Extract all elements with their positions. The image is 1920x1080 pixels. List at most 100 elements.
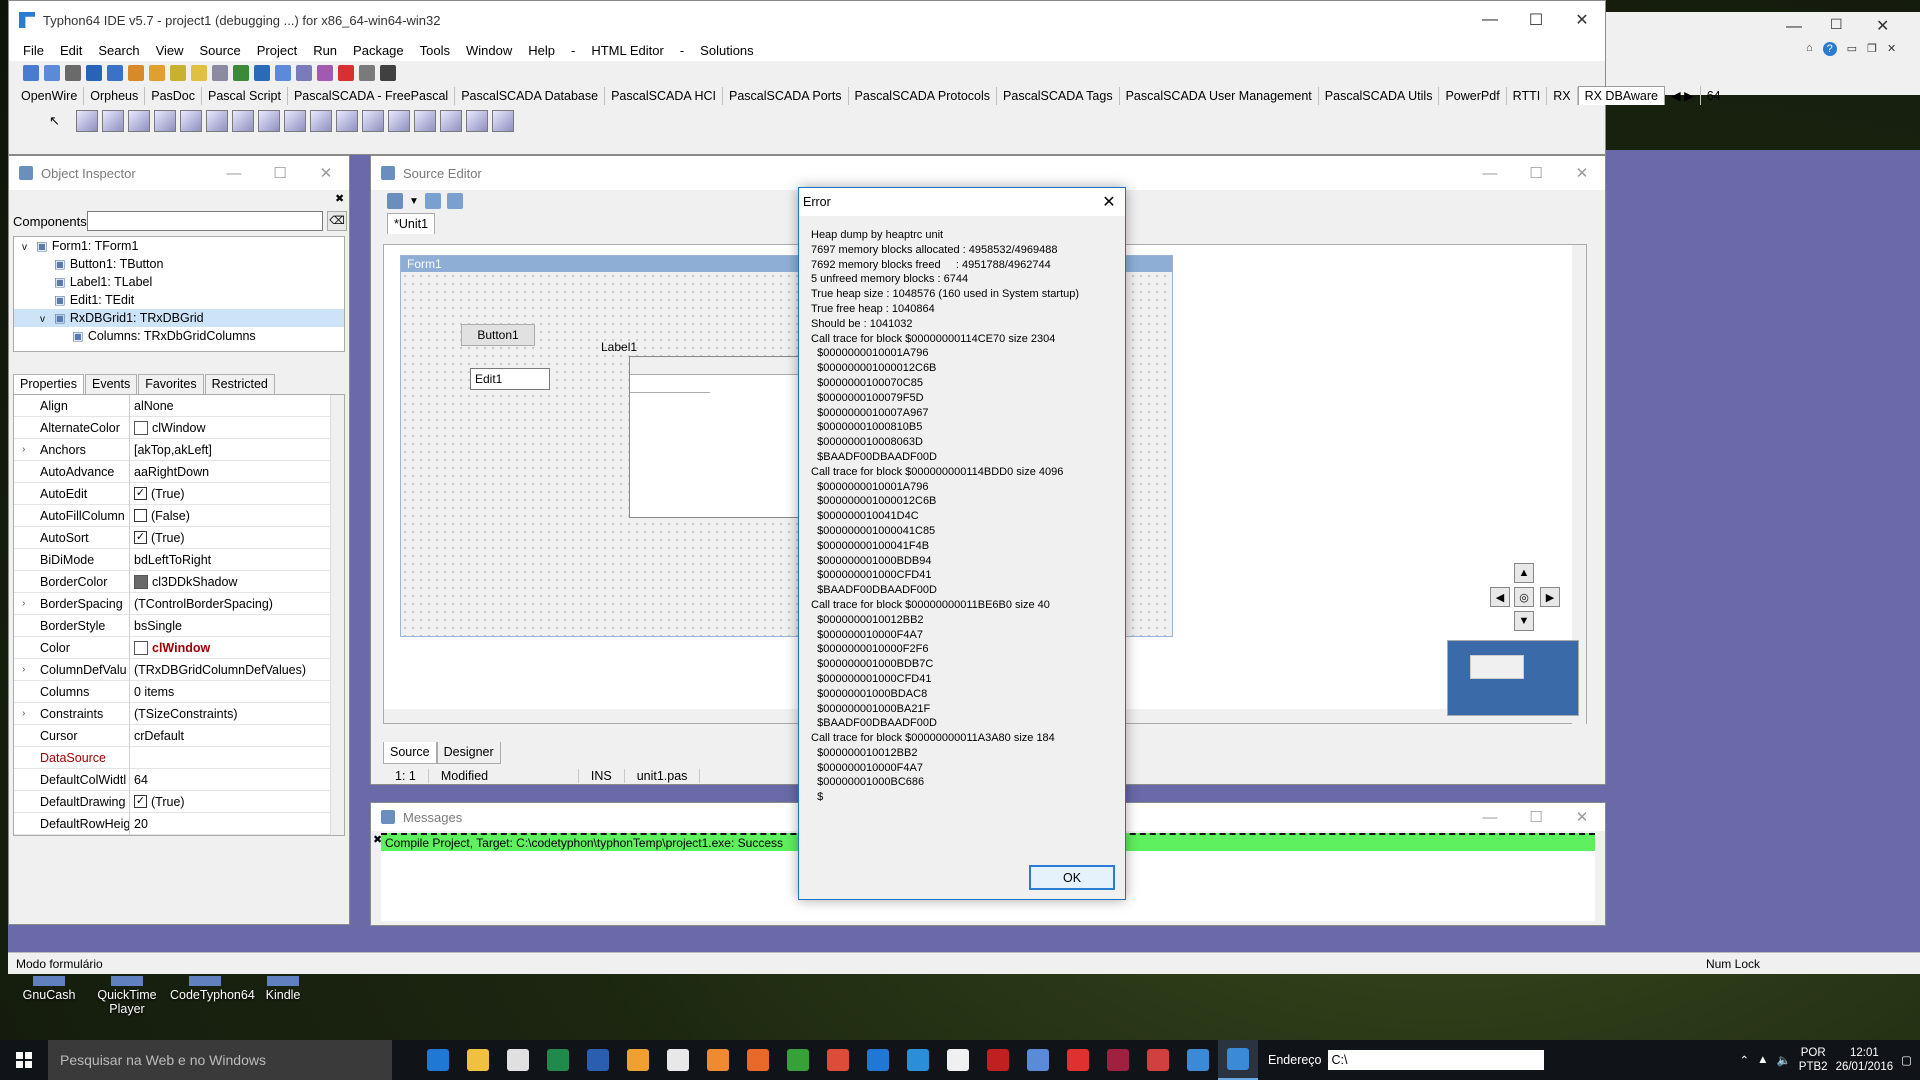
edit1-component[interactable]: Edit1: [470, 368, 550, 390]
network-icon[interactable]: ▲: [1757, 1054, 1768, 1066]
desktop-icon[interactable]: CodeTyphon64: [170, 976, 255, 1016]
ok-button[interactable]: OK: [1029, 865, 1115, 890]
designer-minimap[interactable]: [1447, 640, 1579, 716]
palette-tab[interactable]: OpenWire: [15, 87, 85, 105]
tree-node[interactable]: v ▣ Form1: TForm1: [14, 237, 344, 255]
property-row[interactable]: BiDiMode bdLeftToRight: [14, 548, 344, 571]
cascade-icon[interactable]: ❐: [1867, 42, 1877, 56]
property-row[interactable]: Align alNone: [14, 395, 344, 417]
property-row[interactable]: › Constraints (TSizeConstraints): [14, 702, 344, 725]
component-icon[interactable]: [283, 110, 306, 132]
desktop-icon[interactable]: GnuCash: [14, 976, 84, 1016]
menu-item[interactable]: View: [148, 43, 192, 58]
toolbar-icon[interactable]: [275, 65, 291, 81]
tray-chevron-icon[interactable]: ⌃: [1739, 1053, 1749, 1067]
desktop-icon[interactable]: QuickTime Player: [92, 976, 162, 1016]
taskbar-app-icon[interactable]: [418, 1040, 458, 1080]
property-value[interactable]: 20: [130, 817, 148, 831]
property-row[interactable]: BorderColor cl3DDkShadow: [14, 570, 344, 593]
property-value[interactable]: bsSingle: [130, 619, 182, 633]
close-button[interactable]: ✕: [1559, 803, 1605, 831]
nav-down-icon[interactable]: ▼: [1514, 611, 1534, 631]
tab-restricted[interactable]: Restricted: [204, 374, 275, 394]
tree-node[interactable]: ▣ Edit1: TEdit: [14, 291, 344, 309]
component-icon[interactable]: [309, 110, 332, 132]
toolbar-icon[interactable]: [338, 65, 354, 81]
palette-tab[interactable]: PowerPdf: [1439, 87, 1507, 105]
palette-tab[interactable]: PasDoc: [145, 87, 203, 105]
palette-tab[interactable]: RX: [1547, 87, 1578, 105]
taskbar-app-icon[interactable]: [538, 1040, 578, 1080]
expander-icon[interactable]: v: [40, 311, 54, 329]
property-row[interactable]: Color clWindow: [14, 636, 344, 659]
button1-component[interactable]: Button1: [461, 324, 535, 346]
tab-unit1[interactable]: *Unit1: [387, 213, 436, 234]
tab-events[interactable]: Events: [84, 374, 138, 394]
property-row[interactable]: AutoAdvance aaRightDown: [14, 460, 344, 483]
tree-node[interactable]: v ▣ RxDBGrid1: TRxDBGrid: [14, 309, 344, 327]
component-icon[interactable]: [179, 110, 202, 132]
toolbar-icon[interactable]: [86, 65, 102, 81]
home-icon[interactable]: ⌂: [1806, 42, 1813, 56]
taskbar-app-icon[interactable]: [1138, 1040, 1178, 1080]
property-value[interactable]: [akTop,akLeft]: [130, 443, 212, 457]
taskbar-app-icon[interactable]: [458, 1040, 498, 1080]
toolbar-icon[interactable]: [65, 65, 81, 81]
components-filter-input[interactable]: [87, 211, 323, 231]
menu-item[interactable]: -: [563, 43, 583, 58]
close-button[interactable]: ✕: [303, 156, 349, 190]
property-value[interactable]: aaRightDown: [130, 465, 209, 479]
taskbar-app-icon[interactable]: [578, 1040, 618, 1080]
palette-tab[interactable]: PascalSCADA - FreePascal: [288, 87, 456, 105]
palette-tab[interactable]: PascalSCADA Ports: [723, 87, 849, 105]
tree-node[interactable]: ▣ Button1: TButton: [14, 255, 344, 273]
expand-icon[interactable]: ›: [22, 659, 25, 681]
palette-tab[interactable]: RX DBAware: [1577, 86, 1666, 105]
clock[interactable]: 12:01 26/01/2016: [1836, 1046, 1894, 1074]
palette-scroll-icon[interactable]: ◀ ▶: [1665, 86, 1701, 105]
volume-icon[interactable]: 🔈: [1776, 1053, 1790, 1067]
property-row[interactable]: DefaultColWidtl 64: [14, 768, 344, 791]
toolbar-icon[interactable]: [254, 65, 270, 81]
expand-icon[interactable]: ›: [22, 703, 25, 725]
toolbar-icon[interactable]: [128, 65, 144, 81]
property-value[interactable]: 0 items: [130, 685, 174, 699]
close-button[interactable]: ✕: [1559, 156, 1605, 190]
toolbar-icon[interactable]: [317, 65, 333, 81]
taskbar-app-icon[interactable]: [498, 1040, 538, 1080]
toolbar-icon[interactable]: [380, 65, 396, 81]
property-row[interactable]: DefaultRowHeig 20: [14, 812, 344, 835]
taskbar-app-icon[interactable]: [658, 1040, 698, 1080]
search-box[interactable]: Pesquisar na Web e no Windows: [48, 1040, 392, 1080]
close-small-icon[interactable]: ✕: [1887, 42, 1896, 56]
maximize-icon[interactable]: ☐: [1830, 16, 1843, 33]
toolbar-icon[interactable]: [107, 65, 123, 81]
taskbar-app-icon[interactable]: [1058, 1040, 1098, 1080]
tab-source[interactable]: Source: [383, 742, 437, 764]
close-button[interactable]: ✕: [1559, 1, 1605, 39]
back-icon[interactable]: [424, 193, 441, 209]
toolbar-icon[interactable]: [149, 65, 165, 81]
property-value[interactable]: ✓ (True): [130, 795, 185, 809]
taskbar-app-icon[interactable]: [1218, 1040, 1258, 1080]
property-row[interactable]: AutoEdit ✓ (True): [14, 482, 344, 505]
close-icon[interactable]: ✕: [1876, 16, 1889, 36]
taskbar-app-icon[interactable]: [738, 1040, 778, 1080]
nav-up-icon[interactable]: ▲: [1514, 563, 1534, 583]
component-icon[interactable]: [413, 110, 436, 132]
maximize-button[interactable]: ☐: [1513, 156, 1559, 190]
property-value[interactable]: (TControlBorderSpacing): [130, 597, 273, 611]
component-icon[interactable]: [257, 110, 280, 132]
property-row[interactable]: AlternateColor clWindow: [14, 416, 344, 439]
property-value[interactable]: cl3DDkShadow: [130, 574, 237, 589]
property-row[interactable]: AutoFillColumn (False): [14, 504, 344, 527]
property-grid-scrollbar[interactable]: [330, 395, 344, 835]
property-value[interactable]: clWindow: [130, 420, 206, 435]
property-row[interactable]: › ColumnDefValu (TRxDBGridColumnDefValues): [14, 658, 344, 681]
taskbar-app-icon[interactable]: [818, 1040, 858, 1080]
menu-item[interactable]: Solutions: [692, 43, 761, 58]
menu-item[interactable]: Help: [520, 43, 563, 58]
minimize-button[interactable]: —: [1467, 156, 1513, 190]
property-value[interactable]: (TRxDBGridColumnDefValues): [130, 663, 306, 677]
maximize-button[interactable]: ☐: [1513, 1, 1559, 39]
